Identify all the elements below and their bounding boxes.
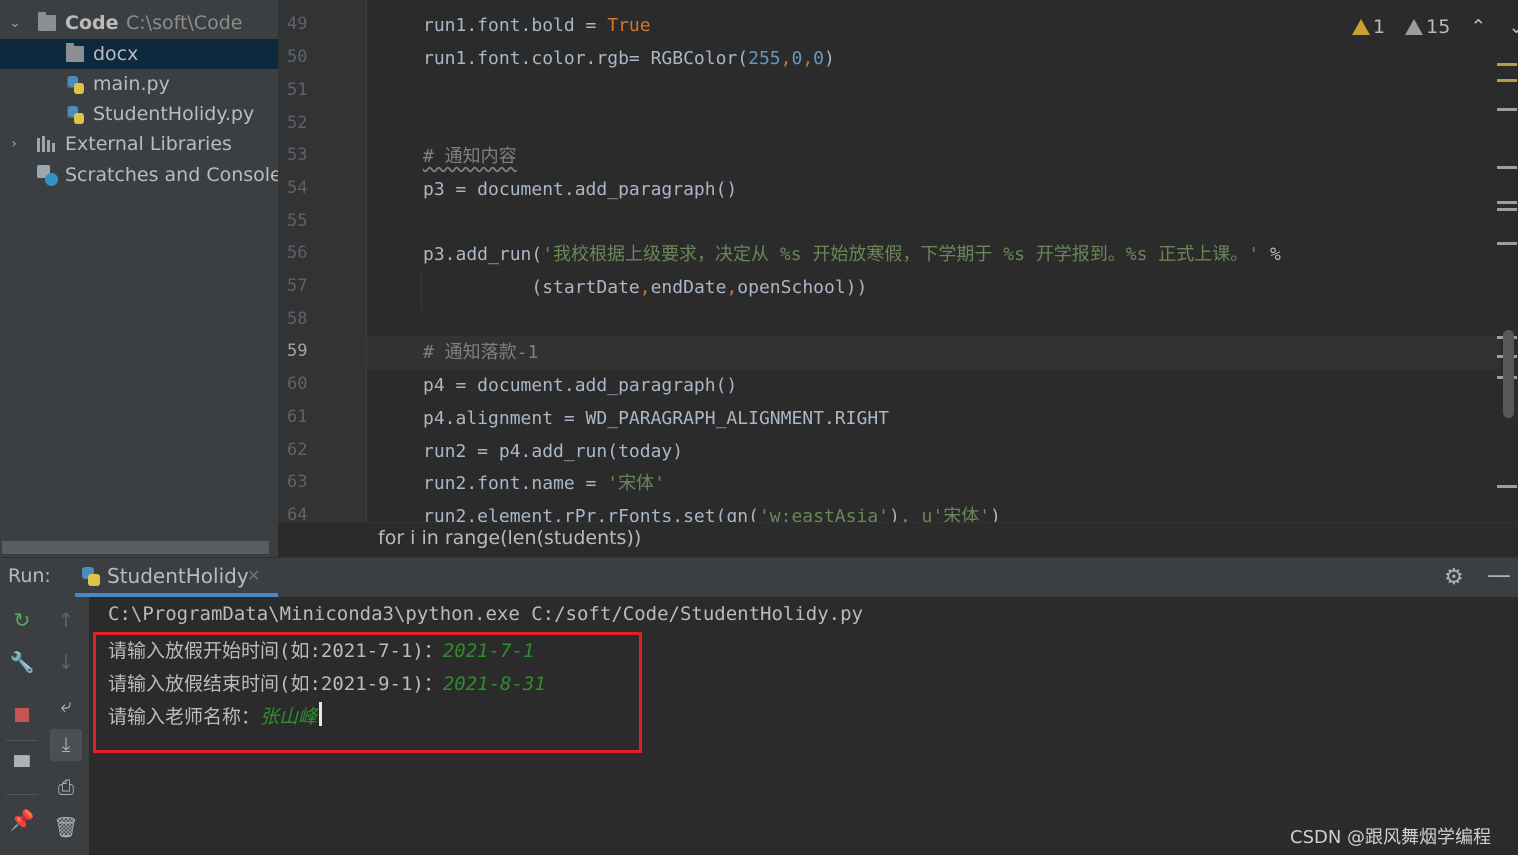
warning-count: 1 [1373,16,1386,38]
line-number: 55 [287,211,308,231]
tree-item-main-py[interactable]: main.py [0,69,278,99]
tree-item-docx[interactable]: docx [0,39,278,69]
code-line-57: (startDate,endDate,openSchool)) [423,277,868,298]
rerun-icon[interactable]: ↻ [7,605,37,635]
line-number-current: 59 [287,341,308,361]
tree-item-label: Scratches and Consoles [65,164,278,186]
print-icon[interactable]: ⎙ [51,772,81,802]
toolbar-divider [6,794,38,795]
wrench-icon[interactable]: 🔧 [7,647,37,677]
root-folder-path: C:\soft\Code [126,12,243,34]
error-stripe-mark[interactable] [1497,242,1517,245]
run-label: Run: [8,565,51,587]
scratches-icon [37,165,59,187]
library-icon [37,136,55,152]
error-stripe-mark[interactable] [1497,63,1517,66]
code-line-49: run1.font.bold = True [423,15,651,36]
line-number: 53 [287,145,308,165]
layout-icon[interactable]: ▀ [7,752,37,782]
code-line-64: run2.element.rPr.rFonts.set(qn('w:eastAs… [423,506,1001,522]
code-line-59: # 通知落款-1 [423,342,539,363]
breadcrumb[interactable]: for i in range(len(students)) [378,527,641,549]
line-number: 52 [287,113,308,133]
project-tool-window: ⌄ Code C:\soft\Code docx main.py Student… [0,0,278,557]
stop-icon[interactable] [7,698,37,728]
run-toolbar-primary: ↻ 🔧 ▀ 📌 [0,597,45,855]
chevron-down-icon[interactable]: ⌄ [8,8,22,38]
code-line-53: # 通知内容 [423,146,517,167]
line-number: 61 [287,407,308,427]
error-stripe-mark[interactable] [1497,166,1517,169]
tree-item-label: main.py [93,73,170,95]
tree-item-label: External Libraries [65,133,232,155]
code-line-60: p4 = document.add_paragraph() [423,375,738,396]
error-stripe-mark[interactable] [1497,79,1517,82]
close-icon[interactable]: ✕ [247,566,260,585]
line-number: 49 [287,14,308,34]
arrow-down-icon[interactable]: ↓ [51,647,81,677]
line-number: 50 [287,47,308,67]
line-number: 56 [287,243,308,263]
tree-item-label: StudentHolidy.py [93,103,255,125]
scroll-to-end-icon[interactable]: ⤓ [50,729,82,761]
code-line-61: p4.alignment = WD_PARAGRAPH_ALIGNMENT.RI… [423,408,889,429]
code-line-63: run2.font.name = '宋体' [423,473,665,494]
code-line-50: run1.font.color.rgb= RGBColor(255,0,0) [423,48,835,69]
gear-icon[interactable]: ⚙ [1444,565,1464,590]
toolbar-divider [6,740,38,741]
tree-item-external-libraries[interactable]: › External Libraries [0,129,278,159]
chevron-right-icon[interactable]: › [7,129,21,159]
line-number: 64 [287,505,308,522]
line-number: 58 [287,309,308,329]
console-command-line: C:\ProgramData\Miniconda3\python.exe C:/… [108,603,863,625]
inspection-widget[interactable]: 1 15 ⌃ ⌄ [1352,16,1518,38]
python-icon [80,566,102,588]
folder-icon [66,43,84,62]
weak-warning-count: 15 [1426,16,1451,38]
code-line-62: run2 = p4.add_run(today) [423,441,684,462]
arrow-up-icon[interactable]: ↑ [51,605,81,635]
line-number: 60 [287,374,308,394]
line-number: 63 [287,472,308,492]
line-number: 51 [287,80,308,100]
code-line-56: p3.add_run('我校根据上级要求，决定从 %s 开始放寒假，下学期于 %… [423,244,1281,265]
error-stripe-mark[interactable] [1497,208,1517,211]
tree-item-studentholidy-py[interactable]: StudentHolidy.py [0,99,278,129]
tree-item-label: docx [93,43,139,65]
error-stripe-mark[interactable] [1497,201,1517,204]
line-number: 57 [287,276,308,296]
chevron-down-icon[interactable]: ⌄ [1508,16,1518,38]
project-horizontal-scrollbar[interactable] [2,541,269,554]
run-toolbar-secondary: ↑ ↓ ⤶ ⤓ ⎙ 🗑 [44,597,89,855]
tree-item-root[interactable]: ⌄ Code C:\soft\Code [0,8,278,38]
pin-icon[interactable]: 📌 [7,805,37,835]
chevron-up-icon[interactable]: ⌃ [1470,16,1486,38]
trash-icon[interactable]: 🗑 [51,812,81,842]
code-line-54: p3 = document.add_paragraph() [423,179,738,200]
line-number: 62 [287,440,308,460]
highlight-box [93,632,642,753]
indent-guide [421,270,422,310]
folder-icon [38,12,56,31]
error-stripe-mark[interactable] [1497,485,1517,488]
soft-wrap-icon[interactable]: ⤶ [51,690,81,720]
watermark: CSDN @跟风舞烟学编程 [1290,827,1492,848]
minimize-icon[interactable]: — [1487,561,1511,589]
line-number: 54 [287,178,308,198]
editor-vertical-scrollbar[interactable] [1503,330,1514,418]
python-file-icon [67,106,85,124]
weak-warning-icon [1405,19,1424,35]
python-file-icon [67,76,85,94]
error-stripe-mark[interactable] [1497,108,1517,111]
tree-item-scratches[interactable]: Scratches and Consoles [0,160,278,190]
root-folder-name: Code [65,12,119,34]
warning-icon [1352,19,1370,35]
run-tab-label: StudentHolidy [107,564,249,588]
